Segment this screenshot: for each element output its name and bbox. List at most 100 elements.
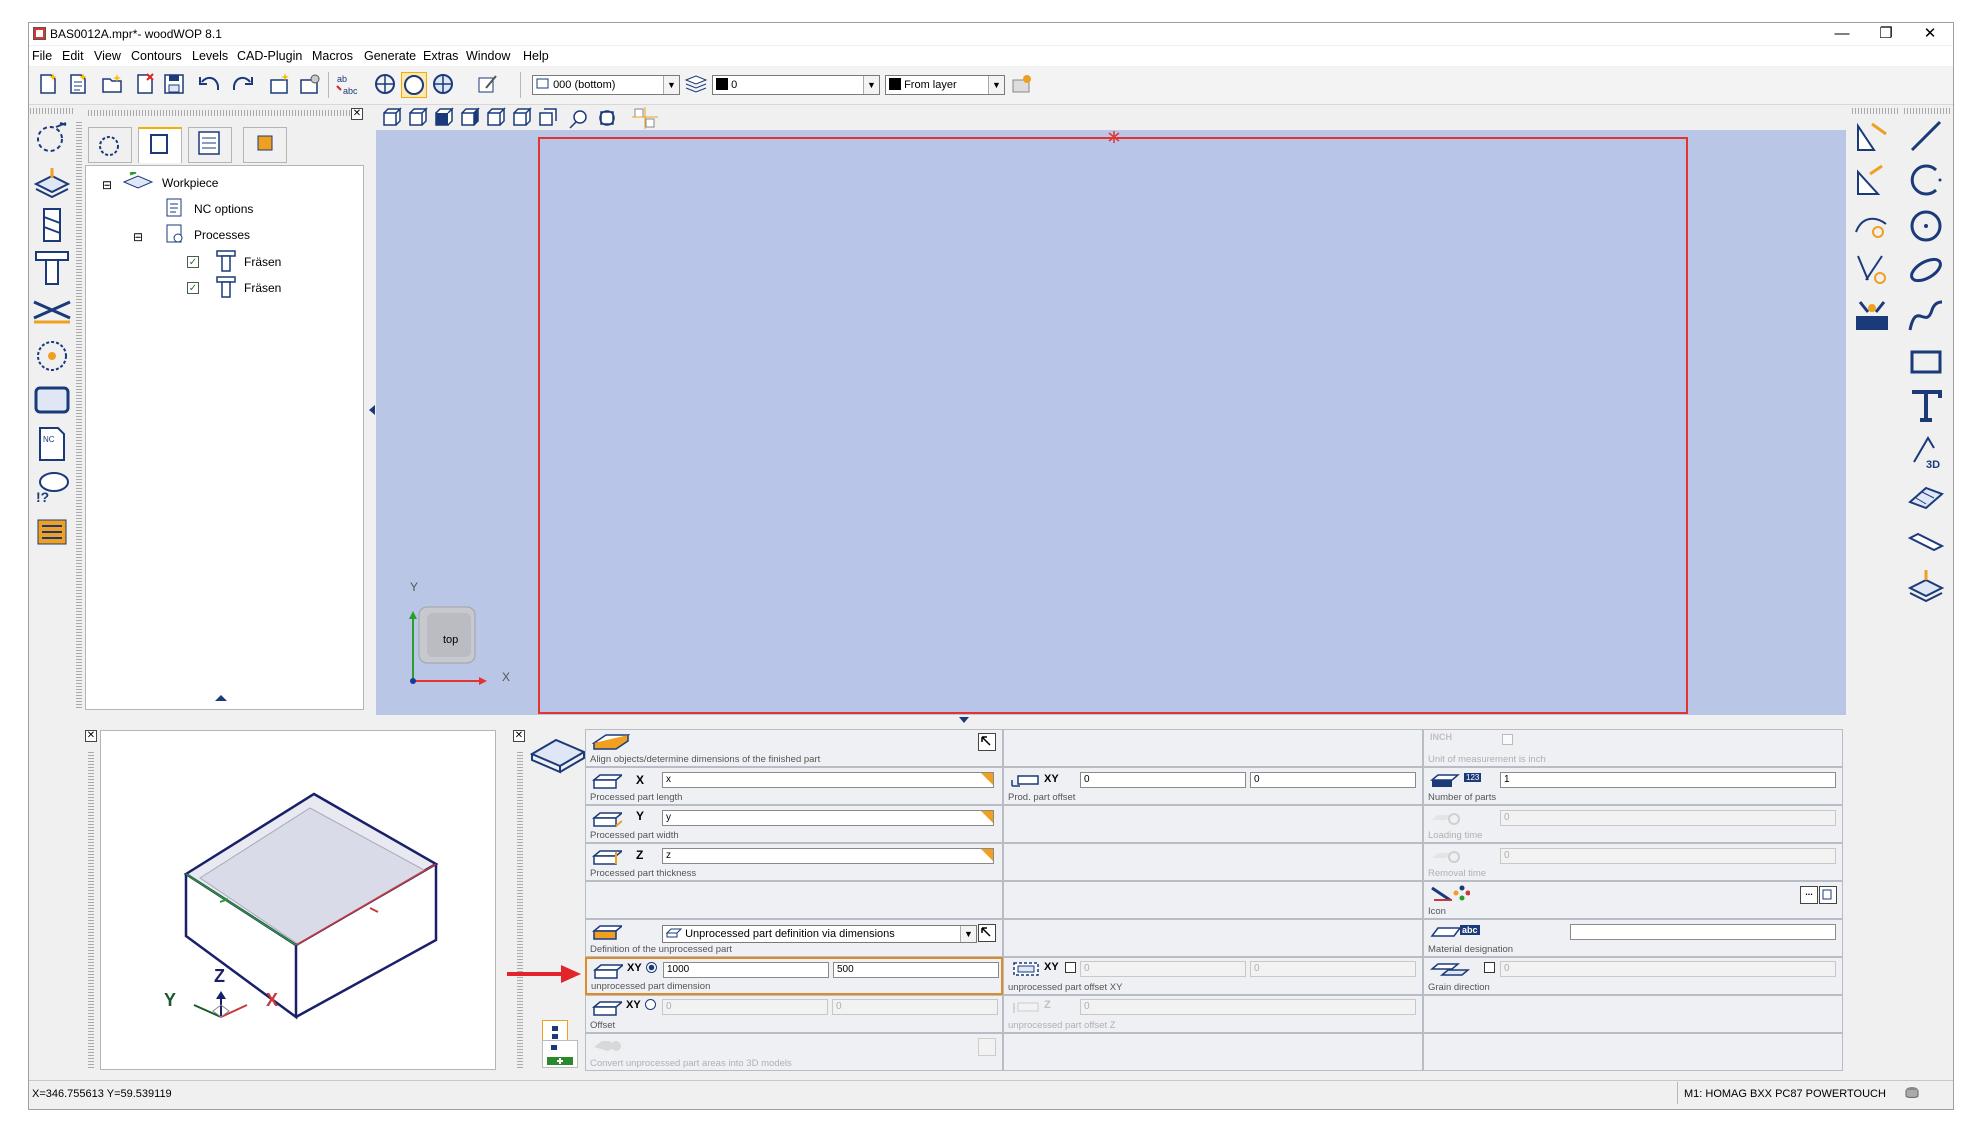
shaded-view-icon[interactable] (431, 72, 455, 96)
menu-view[interactable]: View (94, 49, 121, 63)
tree-item-fraesen[interactable]: Fräsen (244, 281, 281, 295)
tree-item-processes[interactable]: Processes (194, 228, 250, 242)
nc-program-icon[interactable]: NC (30, 424, 74, 464)
new-template-icon[interactable] (66, 72, 90, 96)
right-toolbar-grip[interactable] (1852, 108, 1898, 114)
material-input[interactable] (1570, 924, 1836, 940)
menu-help[interactable]: Help (523, 49, 549, 63)
collapse-left-icon[interactable] (368, 404, 376, 416)
menu-file[interactable]: File (32, 49, 52, 63)
offset-radio[interactable] (645, 999, 656, 1010)
stack-list-icon[interactable] (30, 512, 74, 552)
chevron-down-icon[interactable]: ▼ (960, 926, 976, 942)
offset-x-input[interactable]: 0 (662, 999, 828, 1015)
wireframe-view-icon[interactable] (373, 72, 397, 96)
layer-manager-icon[interactable] (1010, 72, 1034, 96)
save-icon[interactable] (162, 72, 186, 96)
layer-select[interactable]: From layer ▼ (885, 75, 1005, 95)
saw-cut-icon[interactable] (30, 292, 74, 332)
panel-grip[interactable] (76, 122, 82, 710)
unprocessed-offset-z-input[interactable]: 0 (1080, 999, 1416, 1015)
prod-offset-y-input[interactable]: 0 (1250, 772, 1416, 788)
layer-add-icon[interactable] (1906, 566, 1946, 606)
convert-checkbox[interactable] (978, 1038, 996, 1056)
view-toolbar[interactable] (380, 107, 680, 129)
chevron-down-icon[interactable]: ▼ (863, 76, 879, 94)
tab-variables[interactable] (188, 127, 232, 163)
arc-tool-icon[interactable] (1906, 160, 1946, 200)
ellipse-tool-icon[interactable] (1906, 250, 1946, 290)
angle-dimension-icon[interactable] (1852, 160, 1892, 200)
tab-processes[interactable] (138, 127, 182, 163)
expand-arrow-icon[interactable] (978, 733, 996, 751)
tree-item-nc-options[interactable]: NC options (194, 202, 253, 216)
menu-contours[interactable]: Contours (131, 49, 182, 63)
panel-close-icon[interactable]: ✕ (351, 108, 363, 120)
tree-expander-icon[interactable]: ⊟ (102, 178, 112, 192)
milling-tool-icon[interactable] (30, 248, 74, 288)
menu-window[interactable]: Window (466, 49, 510, 63)
thickness-input[interactable]: z (662, 848, 994, 864)
contour-edit-icon[interactable] (1852, 206, 1892, 246)
loading-input[interactable]: 0 (1500, 810, 1836, 826)
unprocessed-offset-x-input[interactable]: 0 (1080, 961, 1246, 977)
preview-close-icon[interactable]: ✕ (85, 730, 97, 742)
close-button[interactable]: ✕ (1910, 24, 1950, 44)
3d-tool-icon[interactable]: 3D (1906, 432, 1946, 472)
inch-checkbox[interactable] (1502, 734, 1513, 745)
add-new-button[interactable] (542, 1040, 578, 1068)
text-tool-icon[interactable] (1906, 386, 1946, 426)
menu-cad-plugin[interactable]: CAD-Plugin (237, 49, 302, 63)
chevron-down-icon[interactable]: ▼ (988, 76, 1004, 94)
menu-generate[interactable]: Generate (364, 49, 416, 63)
toolbar-grip[interactable] (88, 110, 360, 116)
offset-y-input[interactable]: 0 (832, 999, 998, 1015)
workpiece-outline[interactable] (538, 137, 1688, 714)
restore-button[interactable]: ❐ (1866, 24, 1906, 44)
chevron-down-icon[interactable]: ▼ (663, 76, 679, 94)
unprocessed-x-input[interactable]: 1000 (663, 962, 829, 978)
prod-offset-x-input[interactable]: 0 (1080, 772, 1246, 788)
open-folder-icon[interactable] (100, 72, 124, 96)
unprocessed-offset-checkbox[interactable] (1065, 962, 1076, 973)
saw-blade-icon[interactable] (30, 336, 74, 376)
align-objects-icon[interactable] (592, 733, 632, 751)
replace-text-icon[interactable]: ab abc (334, 72, 358, 96)
minimize-button[interactable]: — (1822, 24, 1862, 44)
icon-delete-button[interactable] (1819, 886, 1837, 904)
undo-icon[interactable] (198, 72, 222, 96)
unprocessed-y-input[interactable]: 500 (833, 962, 999, 978)
close-file-icon[interactable] (133, 72, 157, 96)
surface-tool-icon[interactable] (1906, 476, 1946, 516)
menu-extras[interactable]: Extras (423, 49, 458, 63)
removal-input[interactable]: 0 (1500, 848, 1836, 864)
tool-holder-icon[interactable] (1852, 296, 1892, 336)
process-checkbox[interactable]: ✓ (187, 256, 199, 268)
trim-icon[interactable] (1852, 250, 1892, 290)
rectangle-tool-icon[interactable] (1906, 342, 1946, 382)
database-icon[interactable] (1904, 1085, 1920, 1101)
menu-macros[interactable]: Macros (312, 49, 353, 63)
solid-view-icon[interactable] (401, 72, 427, 98)
parts-input[interactable]: 1 (1500, 772, 1836, 788)
tree-item-workpiece[interactable]: Workpiece (162, 176, 218, 190)
edit-pen-icon[interactable] (476, 72, 500, 96)
menu-levels[interactable]: Levels (192, 49, 228, 63)
width-input[interactable]: y (662, 810, 994, 826)
preview-grip[interactable] (88, 752, 94, 1070)
panel-shape-icon[interactable] (30, 380, 74, 420)
collapse-down-icon[interactable] (958, 716, 970, 724)
pointer-select-icon[interactable] (30, 117, 74, 157)
vtoolbar-grip[interactable] (30, 108, 74, 114)
plane-select[interactable]: 000 (bottom) ▼ (532, 75, 680, 95)
unprocessed-radio[interactable] (646, 962, 657, 973)
machine-name[interactable]: M1: HOMAG BXX PC87 POWERTOUCH (1684, 1088, 1886, 1100)
tree-item-fraesen[interactable]: Fräsen (244, 255, 281, 269)
length-input[interactable]: x (662, 772, 994, 788)
right-toolbar-grip[interactable] (1904, 108, 1950, 114)
tree-expander-icon[interactable]: ⊟ (133, 230, 143, 244)
collapse-up-icon[interactable] (214, 694, 228, 702)
profile-tool-icon[interactable] (1906, 522, 1946, 562)
tab-macros[interactable] (88, 127, 132, 163)
expand-arrow-icon[interactable] (978, 924, 996, 942)
